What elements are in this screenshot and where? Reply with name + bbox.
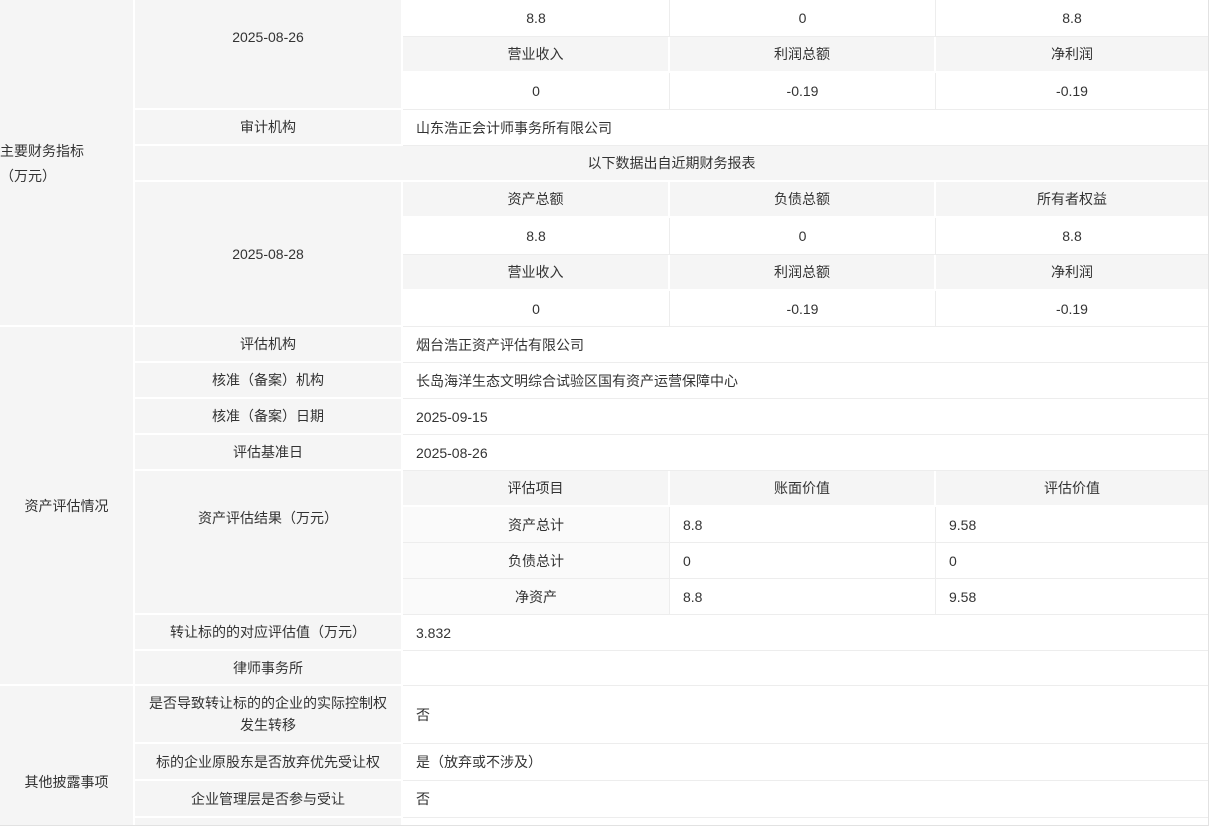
row-label-period1-date: 2025-08-26 (135, 0, 403, 110)
period2-net-profit-header: 净利润 (936, 255, 1208, 291)
period1-assets-value: 8.8 (403, 0, 670, 37)
period1-net-profit-value: -0.19 (936, 73, 1208, 110)
result-row-total-assets-assessed: 9.58 (936, 507, 1208, 543)
period1-net-profit-header: 净利润 (936, 37, 1208, 73)
period2-assets-value: 8.8 (403, 218, 670, 255)
section-label-financial-indicators: 主要财务指标 （万元） (0, 0, 135, 327)
control-change-value: 否 (403, 686, 1208, 744)
row-label-assessment-agency: 评估机构 (135, 327, 403, 363)
partial-bottom-row (403, 818, 1208, 825)
approval-org-value: 长岛海洋生态文明综合试验区国有资产运营保障中心 (403, 363, 1208, 399)
period2-revenue-header: 营业收入 (403, 255, 670, 291)
period1-revenue-header: 营业收入 (403, 37, 670, 73)
audit-agency-value: 山东浩正会计师事务所有限公司 (403, 110, 1208, 146)
section-label-financial-line2: （万元） (0, 164, 56, 189)
result-book-value-header: 账面价值 (670, 471, 936, 507)
result-row-total-liabilities-assessed: 0 (936, 543, 1208, 579)
period1-total-profit-header: 利润总额 (670, 37, 936, 73)
row-label-period2-date: 2025-08-28 (135, 182, 403, 327)
row-label-approval-org: 核准（备案）机构 (135, 363, 403, 399)
approval-date-value: 2025-09-15 (403, 399, 1208, 435)
period2-equity-header: 所有者权益 (936, 182, 1208, 218)
result-item-header: 评估项目 (403, 471, 670, 507)
result-row-net-assets-item: 净资产 (403, 579, 670, 615)
result-row-net-assets-assessed: 9.58 (936, 579, 1208, 615)
result-row-total-assets-item: 资产总计 (403, 507, 670, 543)
period2-assets-header: 资产总额 (403, 182, 670, 218)
row-label-control-change: 是否导致转让标的的企业的实际控制权发生转移 (135, 686, 403, 744)
assessment-agency-value: 烟台浩正资产评估有限公司 (403, 327, 1208, 363)
period1-equity-value: 8.8 (936, 0, 1208, 37)
row-label-assessment-result: 资产评估结果（万元） (135, 471, 403, 615)
shareholder-waiver-value: 是（放弃或不涉及） (403, 744, 1208, 781)
period2-revenue-value: 0 (403, 291, 670, 327)
row-label-management-participation: 企业管理层是否参与受让 (135, 781, 403, 818)
disclosure-table: 主要财务指标 （万元） 资产评估情况 其他披露事项 2025-08-26 审计机… (0, 0, 1209, 826)
result-row-total-liabilities-item: 负债总计 (403, 543, 670, 579)
section-label-financial-line1: 主要财务指标 (0, 139, 84, 164)
period2-net-profit-value: -0.19 (936, 291, 1208, 327)
row-label-law-firm: 律师事务所 (135, 651, 403, 686)
section-label-other-disclosures: 其他披露事项 (0, 686, 135, 825)
result-row-total-assets-book: 8.8 (670, 507, 936, 543)
transfer-value-value: 3.832 (403, 615, 1208, 651)
recent-financials-note: 以下数据出自近期财务报表 (135, 146, 1208, 182)
period2-liabilities-value: 0 (670, 218, 936, 255)
period2-liabilities-header: 负债总额 (670, 182, 936, 218)
result-assessed-value-header: 评估价值 (936, 471, 1208, 507)
row-label-shareholder-waiver: 标的企业原股东是否放弃优先受让权 (135, 744, 403, 781)
period1-liabilities-value: 0 (670, 0, 936, 37)
period2-equity-value: 8.8 (936, 218, 1208, 255)
result-row-net-assets-book: 8.8 (670, 579, 936, 615)
result-row-total-liabilities-book: 0 (670, 543, 936, 579)
row-label-base-date: 评估基准日 (135, 435, 403, 471)
law-firm-value (403, 651, 1208, 686)
management-participation-value: 否 (403, 781, 1208, 818)
row-label-approval-date: 核准（备案）日期 (135, 399, 403, 435)
period2-total-profit-value: -0.19 (670, 291, 936, 327)
base-date-value: 2025-08-26 (403, 435, 1208, 471)
section-label-asset-assessment: 资产评估情况 (0, 327, 135, 686)
period1-total-profit-value: -0.19 (670, 73, 936, 110)
row-label-partial (135, 818, 403, 825)
row-label-transfer-value: 转让标的的对应评估值（万元） (135, 615, 403, 651)
period2-total-profit-header: 利润总额 (670, 255, 936, 291)
row-label-audit-agency: 审计机构 (135, 110, 403, 146)
period1-revenue-value: 0 (403, 73, 670, 110)
